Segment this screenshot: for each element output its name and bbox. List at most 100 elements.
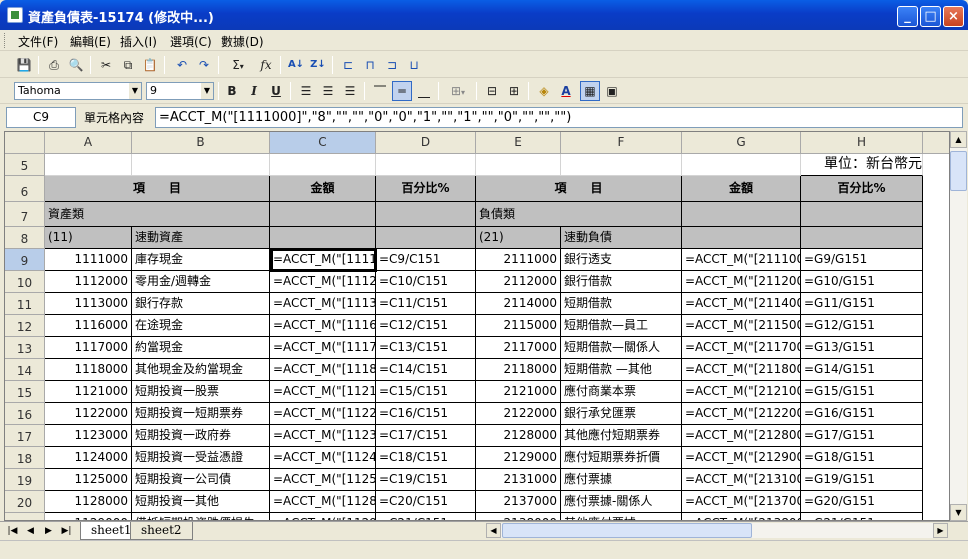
align-left-icon[interactable]: ☰ [296,81,316,101]
scroll-right-icon[interactable]: ▶ [933,523,948,538]
function-icon[interactable]: fx [256,55,276,75]
table-grid-icon[interactable]: ⊞ [504,81,524,101]
cell-d[interactable]: =C12/C151 [376,315,476,337]
menu-edit[interactable]: 編輯(E) [70,33,111,50]
scroll-down-icon[interactable]: ▼ [950,504,967,521]
font-size-select[interactable]: 9 ▼ [146,82,214,100]
cell-e[interactable]: 2128000 [476,425,561,447]
paste-icon[interactable]: 📋 [140,55,160,75]
row-header[interactable]: 17 [5,425,45,447]
column-header-h[interactable]: H [801,132,923,154]
cell-a[interactable]: 1111000 [45,249,132,271]
next-sheet-icon[interactable]: ▶ [42,524,55,538]
save-icon[interactable]: 💾 [14,55,34,75]
cell-c[interactable]: =ACCT_M("[1116 [270,315,376,337]
cell-c[interactable]: =ACCT_M("[1129 [270,513,376,520]
row-header[interactable]: 15 [5,381,45,403]
cell-c[interactable]: =ACCT_M("[1124 [270,447,376,469]
cut-icon[interactable]: ✂ [96,55,116,75]
row-header[interactable]: 11 [5,293,45,315]
liabilities-category-cell[interactable]: 負債類 [476,202,682,227]
cell-e[interactable]: 2137000 [476,491,561,513]
cell-g[interactable]: =ACCT_M("[211100 [682,249,801,271]
fill-color-icon[interactable]: ◈ [534,81,554,101]
cell-b[interactable]: 庫存現金 [132,249,270,271]
cell[interactable] [476,154,561,176]
insert-column-icon[interactable]: ⊓ [360,55,380,75]
font-name-select[interactable]: Tahoma ▼ [14,82,142,100]
scroll-left-icon[interactable]: ◀ [486,523,501,538]
properties-icon[interactable]: ▣ [602,81,622,101]
cell-b[interactable]: 短期投資一受益憑證 [132,447,270,469]
cell-f[interactable]: 應付票據 [561,469,682,491]
cell[interactable] [376,202,476,227]
cell[interactable] [270,202,376,227]
cell-c[interactable]: =ACCT_M("[1111 [270,249,376,271]
cell-e[interactable]: 2131000 [476,469,561,491]
bold-button[interactable]: B [222,81,242,101]
cell-e[interactable]: 2118000 [476,359,561,381]
menu-file[interactable]: 文件(F) [18,33,58,50]
sort-ascending-icon[interactable]: A↓ [286,55,306,75]
delete-column-icon[interactable]: ⊔ [404,55,424,75]
cell[interactable] [801,202,923,227]
cell-a[interactable]: 1116000 [45,315,132,337]
print-icon[interactable]: ⎙ [44,55,64,75]
cell-b[interactable]: 短期投資一政府券 [132,425,270,447]
row-header[interactable]: 6 [5,176,45,202]
cell-a[interactable]: 1123000 [45,425,132,447]
unit-label-cell[interactable]: 單位：新台幣元 [801,154,923,176]
cell-g[interactable]: =ACCT_M("[213800 [682,513,801,520]
insert-row-icon[interactable]: ⊏ [338,55,358,75]
formula-input[interactable]: =ACCT_M("[1111000]","8","","","0","0","1… [155,107,963,128]
maximize-button[interactable]: □ [920,6,941,27]
cell-f[interactable]: 應付商業本票 [561,381,682,403]
row-header[interactable]: 21 [5,513,45,520]
cell-g[interactable]: =ACCT_M("[211500 [682,315,801,337]
column-header-d[interactable]: D [376,132,476,154]
cell-e[interactable]: 2129000 [476,447,561,469]
column-header-b[interactable]: B [132,132,270,154]
cell[interactable]: 速動負債 [561,227,682,249]
cell-f[interactable]: 短期借款—關係人 [561,337,682,359]
menu-options[interactable]: 選項(C) [170,33,212,50]
cell-d[interactable]: =C21/C151 [376,513,476,520]
cell-c[interactable]: =ACCT_M("[1121 [270,381,376,403]
cell-f[interactable]: 短期借款—員工 [561,315,682,337]
cell[interactable] [270,227,376,249]
cell-e[interactable]: 2115000 [476,315,561,337]
cell-e[interactable]: 2114000 [476,293,561,315]
cell[interactable] [376,154,476,176]
cell-h[interactable]: =G19/G151 [801,469,923,491]
cell-h[interactable]: =G14/G151 [801,359,923,381]
row-header[interactable]: 19 [5,469,45,491]
merge-cells-icon[interactable]: ⊟ [482,81,502,101]
sheet-tab-sheet2[interactable]: sheet2 [130,522,193,540]
cell-h[interactable]: =G9/G151 [801,249,923,271]
delete-row-icon[interactable]: ⊐ [382,55,402,75]
item-header-cell[interactable]: 項 目 [45,176,270,202]
cell-a[interactable]: 1113000 [45,293,132,315]
cell-h[interactable]: =G21/G151 [801,513,923,520]
cell-g[interactable]: =ACCT_M("[213100 [682,469,801,491]
cell-b[interactable]: 約當現金 [132,337,270,359]
row-header[interactable]: 12 [5,315,45,337]
column-header-e[interactable]: E [476,132,561,154]
menu-data[interactable]: 數據(D) [221,33,264,50]
cell-f[interactable]: 應付票據-關係人 [561,491,682,513]
cell-c[interactable]: =ACCT_M("[1125 [270,469,376,491]
cell-c[interactable]: =ACCT_M("[1113 [270,293,376,315]
autosum-icon[interactable]: Σ▾ [224,55,252,75]
cell[interactable] [682,202,801,227]
cell-h[interactable]: =G15/G151 [801,381,923,403]
cell-f[interactable]: 短期借款 [561,293,682,315]
close-button[interactable]: × [943,6,964,27]
horizontal-scrollbar[interactable]: ◀ ▶ [486,523,948,538]
cell[interactable] [682,227,801,249]
cell[interactable] [270,154,376,176]
select-all-corner[interactable] [5,132,45,154]
cell-d[interactable]: =C11/C151 [376,293,476,315]
undo-icon[interactable]: ↶ [172,55,192,75]
cell-f[interactable]: 其他應付短期票券 [561,425,682,447]
cell-d[interactable]: =C14/C151 [376,359,476,381]
